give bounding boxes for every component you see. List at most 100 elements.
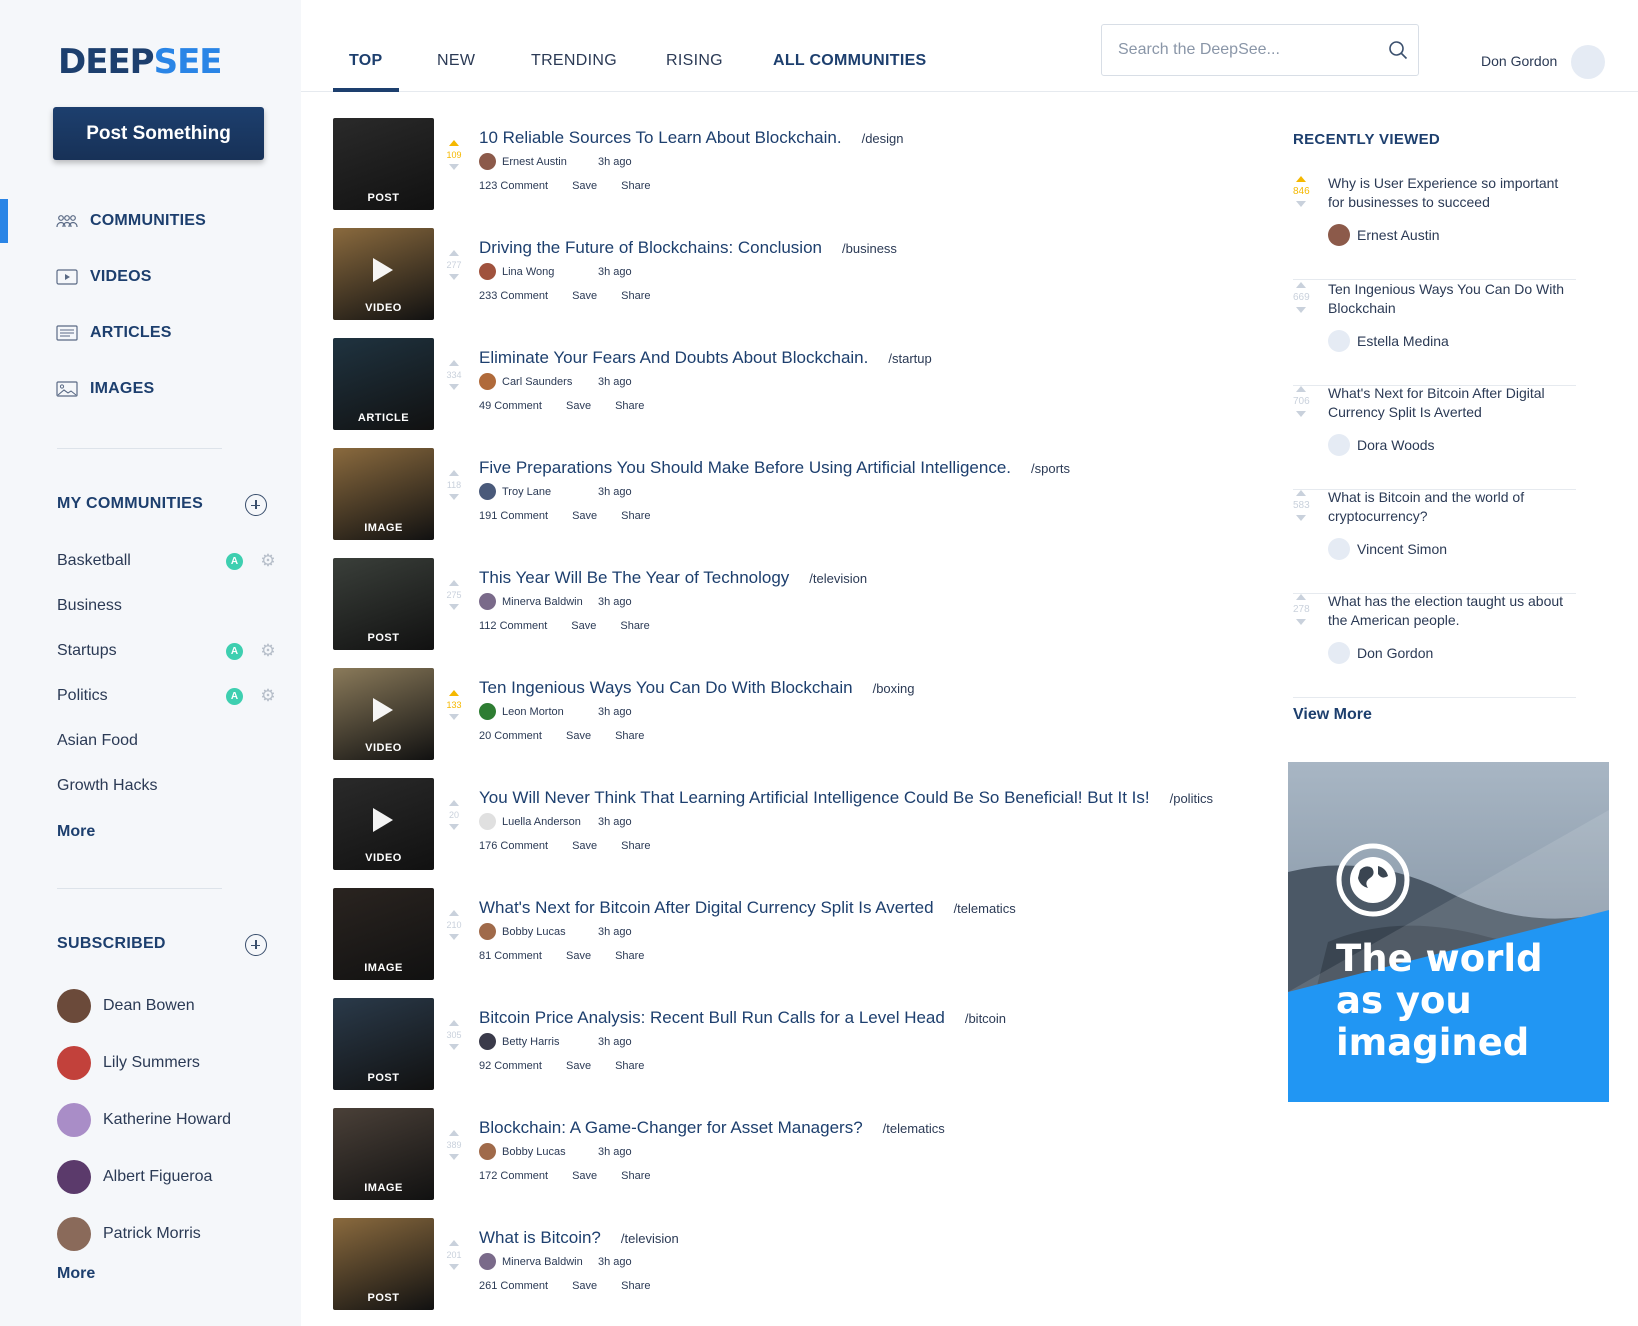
post-thumbnail[interactable]: POST xyxy=(333,118,434,210)
user-name[interactable]: Don Gordon xyxy=(1481,53,1557,69)
save-link[interactable]: Save xyxy=(566,400,591,412)
upvote-arrow-icon[interactable] xyxy=(1296,282,1306,288)
subscribed-item[interactable]: Albert Figueroa xyxy=(57,1160,212,1194)
tab-top[interactable]: TOP xyxy=(349,52,383,70)
upvote-arrow-icon[interactable] xyxy=(1296,490,1306,496)
post-title[interactable]: Eliminate Your Fears And Doubts About Bl… xyxy=(479,348,868,367)
upvote-arrow-icon[interactable] xyxy=(449,250,459,256)
upvote-arrow-icon[interactable] xyxy=(1296,176,1306,182)
downvote-arrow-icon[interactable] xyxy=(449,164,459,170)
subscribed-item[interactable]: Patrick Morris xyxy=(57,1217,201,1251)
feed-item[interactable]: VIDEO 277 Driving the Future of Blockchain… xyxy=(333,228,1233,320)
downvote-arrow-icon[interactable] xyxy=(449,384,459,390)
recently-viewed-item[interactable]: 583 What is Bitcoin and the world of cryp… xyxy=(1293,488,1576,594)
community-tag[interactable]: /sports xyxy=(1031,461,1070,476)
community-tag[interactable]: /television xyxy=(621,1231,679,1246)
save-link[interactable]: Save xyxy=(571,620,596,632)
recently-viewed-title-text[interactable]: What has the election taught us about th… xyxy=(1328,592,1578,630)
save-link[interactable]: Save xyxy=(572,840,597,852)
downvote-arrow-icon[interactable] xyxy=(449,494,459,500)
share-link[interactable]: Share xyxy=(621,840,650,852)
share-link[interactable]: Share xyxy=(615,730,644,742)
downvote-arrow-icon[interactable] xyxy=(449,934,459,940)
post-thumbnail[interactable]: IMAGE xyxy=(333,1108,434,1200)
downvote-arrow-icon[interactable] xyxy=(1296,515,1306,521)
recently-viewed-item[interactable]: 669 Ten Ingenious Ways You Can Do With Bl… xyxy=(1293,280,1576,386)
deepsee-logo[interactable]: DEEPSEE xyxy=(58,42,223,82)
save-link[interactable]: Save xyxy=(572,510,597,522)
search-icon[interactable] xyxy=(1378,40,1418,60)
upvote-arrow-icon[interactable] xyxy=(449,140,459,146)
community-item-basketball[interactable]: Basketball A ⚙ xyxy=(57,548,277,574)
save-link[interactable]: Save xyxy=(572,180,597,192)
share-link[interactable]: Share xyxy=(621,180,650,192)
share-link[interactable]: Share xyxy=(621,510,650,522)
share-link[interactable]: Share xyxy=(615,950,644,962)
upvote-arrow-icon[interactable] xyxy=(1296,594,1306,600)
post-thumbnail[interactable]: POST xyxy=(333,558,434,650)
gear-icon[interactable]: ⚙ xyxy=(259,642,277,660)
post-thumbnail[interactable]: ARTICLE xyxy=(333,338,434,430)
save-link[interactable]: Save xyxy=(572,1170,597,1182)
post-thumbnail[interactable]: VIDEO xyxy=(333,228,434,320)
post-thumbnail[interactable]: POST xyxy=(333,1218,434,1310)
downvote-arrow-icon[interactable] xyxy=(1296,619,1306,625)
save-link[interactable]: Save xyxy=(566,950,591,962)
feed-item[interactable]: VIDEO 20 You Will Never Think That Learnin… xyxy=(333,778,1233,870)
nav-images[interactable]: IMAGES xyxy=(0,367,301,411)
share-link[interactable]: Share xyxy=(620,620,649,632)
post-title[interactable]: Blockchain: A Game-Changer for Asset Man… xyxy=(479,1118,863,1137)
author-name[interactable]: Don Gordon xyxy=(1357,645,1433,661)
author-name[interactable]: Troy Lane xyxy=(502,486,598,498)
add-subscription-button[interactable] xyxy=(245,934,267,956)
feed-item[interactable]: POST 201 What is Bitcoin? /television Minerv… xyxy=(333,1218,1233,1310)
comments-link[interactable]: 123 Comment xyxy=(479,180,548,192)
post-title[interactable]: Bitcoin Price Analysis: Recent Bull Run … xyxy=(479,1008,945,1027)
feed-item[interactable]: POST 275 This Year Will Be The Year of Tec… xyxy=(333,558,1233,650)
upvote-arrow-icon[interactable] xyxy=(449,910,459,916)
subscribed-item[interactable]: Lily Summers xyxy=(57,1046,200,1080)
community-tag[interactable]: /bitcoin xyxy=(965,1011,1006,1026)
share-link[interactable]: Share xyxy=(615,1060,644,1072)
post-title[interactable]: What's Next for Bitcoin After Digital Cu… xyxy=(479,898,934,917)
community-tag[interactable]: /television xyxy=(809,571,867,586)
communities-more-link[interactable]: More xyxy=(57,823,95,841)
community-tag[interactable]: /politics xyxy=(1170,791,1213,806)
save-link[interactable]: Save xyxy=(572,1280,597,1292)
upvote-arrow-icon[interactable] xyxy=(449,1240,459,1246)
recently-viewed-item[interactable]: 278 What has the election taught us about… xyxy=(1293,592,1576,698)
downvote-arrow-icon[interactable] xyxy=(449,714,459,720)
tab-new[interactable]: NEW xyxy=(437,52,475,70)
feed-item[interactable]: POST 109 10 Reliable Sources To Learn Abou… xyxy=(333,118,1233,210)
author-name[interactable]: Ernest Austin xyxy=(1357,227,1440,243)
author-name[interactable]: Betty Harris xyxy=(502,1036,598,1048)
save-link[interactable]: Save xyxy=(566,730,591,742)
comments-link[interactable]: 92 Comment xyxy=(479,1060,542,1072)
downvote-arrow-icon[interactable] xyxy=(449,274,459,280)
upvote-arrow-icon[interactable] xyxy=(449,360,459,366)
gear-icon[interactable]: ⚙ xyxy=(259,552,277,570)
author-name[interactable]: Vincent Simon xyxy=(1357,541,1447,557)
community-item-startups[interactable]: Startups A ⚙ xyxy=(57,638,277,664)
tab-all-communities[interactable]: ALL COMMUNITIES xyxy=(773,52,927,70)
author-name[interactable]: Minerva Baldwin xyxy=(502,1256,598,1268)
feed-item[interactable]: POST 305 Bitcoin Price Analysis: Recent Bu… xyxy=(333,998,1233,1090)
feed-item[interactable]: IMAGE 210 What's Next for Bitcoin After Di… xyxy=(333,888,1233,980)
author-name[interactable]: Bobby Lucas xyxy=(502,1146,598,1158)
feed-item[interactable]: ARTICLE 334 Eliminate Your Fears And Doubt… xyxy=(333,338,1233,430)
community-item-politics[interactable]: Politics A ⚙ xyxy=(57,683,277,709)
downvote-arrow-icon[interactable] xyxy=(449,604,459,610)
author-name[interactable]: Carl Saunders xyxy=(502,376,598,388)
subscribed-more-link[interactable]: More xyxy=(57,1265,95,1283)
upvote-arrow-icon[interactable] xyxy=(1296,386,1306,392)
community-tag[interactable]: /design xyxy=(862,131,904,146)
post-title[interactable]: Ten Ingenious Ways You Can Do With Block… xyxy=(479,678,853,697)
community-item-growth-hacks[interactable]: Growth Hacks xyxy=(57,773,277,799)
feed-item[interactable]: VIDEO 133 Ten Ingenious Ways You Can Do Wi… xyxy=(333,668,1233,760)
author-name[interactable]: Estella Medina xyxy=(1357,333,1449,349)
subscribed-item[interactable]: Dean Bowen xyxy=(57,989,195,1023)
post-title[interactable]: What is Bitcoin? xyxy=(479,1228,601,1247)
comments-link[interactable]: 176 Comment xyxy=(479,840,548,852)
community-tag[interactable]: /startup xyxy=(888,351,931,366)
author-name[interactable]: Minerva Baldwin xyxy=(502,596,598,608)
